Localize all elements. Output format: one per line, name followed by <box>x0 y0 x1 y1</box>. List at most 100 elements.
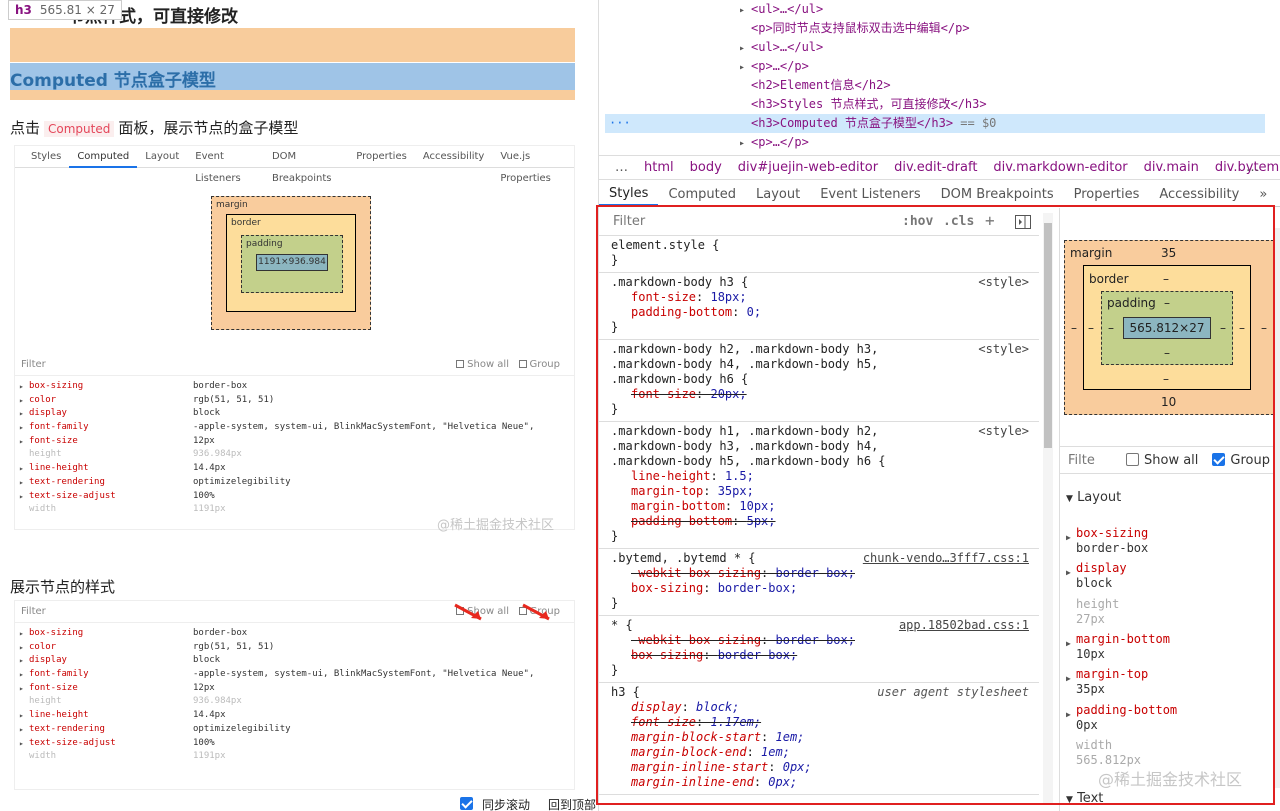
expand-arrow-icon[interactable]: ▶ <box>1066 671 1071 686</box>
rule-selector[interactable]: .markdown-body h3 { <box>611 275 1027 290</box>
property-name[interactable]: font-size <box>631 387 696 401</box>
property-value[interactable]: 20px; <box>710 387 746 401</box>
style-declaration[interactable]: -webkit-box-sizing: border-box; <box>611 566 1027 581</box>
property-name[interactable]: line-height <box>631 469 710 483</box>
property-value[interactable]: 0px; <box>783 760 812 774</box>
expand-arrow-icon[interactable]: ▶ <box>1066 530 1071 545</box>
style-rule[interactable]: element.style {} <box>599 236 1039 273</box>
breadcrumb-more[interactable]: … <box>1246 160 1259 175</box>
style-declaration[interactable]: margin-bottom: 10px; <box>611 499 1027 514</box>
property-value[interactable]: 35px; <box>718 484 754 498</box>
expand-arrow-icon[interactable]: ▶ <box>1066 636 1071 651</box>
section-layout[interactable]: ▼ Layout <box>1066 490 1121 505</box>
toggle-sidebar-icon[interactable] <box>1015 215 1031 229</box>
property-value[interactable]: 18px; <box>710 290 746 304</box>
property-value[interactable]: 0; <box>747 305 761 319</box>
property-name[interactable]: box-sizing <box>631 648 703 662</box>
rule-selector[interactable]: element.style { <box>611 238 1027 253</box>
dom-node[interactable]: <h3>Styles 节点样式，可直接修改</h3> <box>739 95 987 114</box>
expand-arrow-icon[interactable]: ▶ <box>1066 707 1071 722</box>
style-rule[interactable]: chunk-vendo…3fff7.css:1 .bytemd, .bytemd … <box>599 549 1039 616</box>
dom-node[interactable]: <p>同时节点支持鼠标双击选中编辑</p> <box>739 19 970 38</box>
tab-more[interactable]: » <box>1249 187 1277 206</box>
computed-prop[interactable]: ▶ display block <box>1066 561 1127 591</box>
breadcrumb-item[interactable]: div.edit-draft <box>894 160 977 175</box>
property-value[interactable]: 5px; <box>747 514 776 528</box>
style-declaration[interactable]: box-sizing: border-box; <box>611 648 1027 663</box>
property-name[interactable]: padding-bottom <box>631 305 732 319</box>
tab-dom-breakpoints[interactable]: DOM Breakpoints <box>931 187 1064 206</box>
property-name[interactable]: margin-block-start <box>631 730 761 744</box>
dom-node[interactable]: ··· <h3>Computed 节点盒子模型</h3> == $0 <box>605 114 1265 133</box>
breadcrumb-item[interactable]: html <box>644 160 674 175</box>
style-declaration[interactable]: margin-top: 35px; <box>611 484 1027 499</box>
breadcrumb-item[interactable]: div#juejin-web-editor <box>738 160 878 175</box>
property-value[interactable]: border-box; <box>776 633 855 647</box>
style-declaration[interactable]: margin-block-start: 1em; <box>611 730 1027 745</box>
rule-source[interactable]: chunk-vendo…3fff7.css:1 <box>863 551 1029 565</box>
style-declaration[interactable]: margin-block-end: 1em; <box>611 745 1027 760</box>
computed-prop[interactable]: width 565.812px <box>1076 738 1141 768</box>
margin-right-value[interactable]: – <box>1261 321 1267 335</box>
margin-top-value[interactable]: 35 <box>1161 246 1176 260</box>
styles-filter-input[interactable]: Filter <box>613 214 645 229</box>
dom-node[interactable]: ▸ <p>…</p> <box>739 133 809 152</box>
group-checkbox[interactable] <box>1212 452 1226 466</box>
tab-properties[interactable]: Properties <box>1064 187 1150 206</box>
dom-node[interactable]: ▸ <ul>…</ul> <box>739 0 823 19</box>
margin-bottom-value[interactable]: 10 <box>1161 395 1176 409</box>
style-declaration[interactable]: font-size: 18px; <box>611 290 1027 305</box>
computed-filter-input[interactable]: Filte <box>1068 453 1126 468</box>
border-left-value[interactable]: – <box>1088 321 1094 335</box>
style-rule[interactable]: <style> .markdown-body h2, .markdown-body… <box>599 340 1039 422</box>
breadcrumb-item[interactable]: … <box>615 160 628 175</box>
dom-node[interactable]: <h2>Element信息</h2> <box>739 76 891 95</box>
rule-source[interactable]: app.18502bad.css:1 <box>899 618 1029 632</box>
style-rule[interactable]: app.18502bad.css:1 * {-webkit-box-sizing:… <box>599 616 1039 683</box>
style-declaration[interactable]: font-size: 20px; <box>611 387 1027 402</box>
property-name[interactable]: margin-bottom <box>631 499 725 513</box>
style-declaration[interactable]: padding-bottom: 5px; <box>611 514 1027 529</box>
expand-arrow-icon[interactable]: ▶ <box>1066 565 1071 580</box>
breadcrumb-item[interactable]: div.markdown-editor <box>993 160 1127 175</box>
property-name[interactable]: margin-inline-start <box>631 760 768 774</box>
style-rule[interactable]: <style> .markdown-body h1, .markdown-body… <box>599 422 1039 549</box>
property-name[interactable]: margin-block-end <box>631 745 747 759</box>
padding-left-value[interactable]: – <box>1108 321 1114 335</box>
property-value[interactable]: border-box; <box>718 581 797 595</box>
property-value[interactable]: border-box; <box>776 566 855 580</box>
property-name[interactable]: font-size <box>631 715 696 729</box>
property-value[interactable]: 1.5; <box>725 469 754 483</box>
style-declaration[interactable]: margin-inline-end: 0px; <box>611 775 1027 790</box>
property-name[interactable]: -webkit-box-sizing <box>631 566 761 580</box>
border-bottom-value[interactable]: – <box>1163 372 1169 386</box>
style-declaration[interactable]: box-sizing: border-box; <box>611 581 1027 596</box>
computed-prop[interactable]: ▶ margin-top 35px <box>1066 667 1148 697</box>
style-declaration[interactable]: padding-bottom: 0; <box>611 305 1027 320</box>
property-name[interactable]: font-size <box>631 290 696 304</box>
expand-arrow-icon[interactable]: ▸ <box>739 1 751 20</box>
computed-prop[interactable]: height 27px <box>1076 597 1119 627</box>
property-name[interactable]: -webkit-box-sizing <box>631 633 761 647</box>
border-top-value[interactable]: – <box>1163 272 1169 286</box>
style-declaration[interactable]: display: block; <box>611 700 1027 715</box>
show-all-checkbox[interactable] <box>1126 452 1139 466</box>
box-model-content[interactable]: 565.812×27 <box>1123 317 1211 339</box>
sync-scroll-checkbox[interactable] <box>460 797 473 810</box>
style-declaration[interactable]: margin-inline-start: 0px; <box>611 760 1027 775</box>
computed-scrollbar[interactable] <box>1274 228 1280 788</box>
border-right-value[interactable]: – <box>1239 321 1245 335</box>
style-declaration[interactable]: -webkit-box-sizing: border-box; <box>611 633 1027 648</box>
padding-bottom-value[interactable]: – <box>1164 346 1170 360</box>
back-to-top-link[interactable]: 回到顶部 <box>548 796 596 811</box>
margin-left-value[interactable]: – <box>1071 321 1077 335</box>
style-rule[interactable]: user agent stylesheet h3 {display: block;… <box>599 683 1039 795</box>
computed-prop[interactable]: ▶ padding-bottom 0px <box>1066 703 1177 733</box>
section-text[interactable]: ▼ Text <box>1066 791 1103 806</box>
computed-prop[interactable]: ▶ margin-bottom 10px <box>1066 632 1170 662</box>
tab-accessibility[interactable]: Accessibility <box>1149 187 1249 206</box>
dom-node[interactable]: ▸ <p>…</p> <box>739 57 809 76</box>
tab-computed[interactable]: Computed <box>658 187 746 206</box>
computed-prop[interactable]: ▶ box-sizing border-box <box>1066 526 1148 556</box>
tab-styles[interactable]: Styles <box>599 186 659 206</box>
